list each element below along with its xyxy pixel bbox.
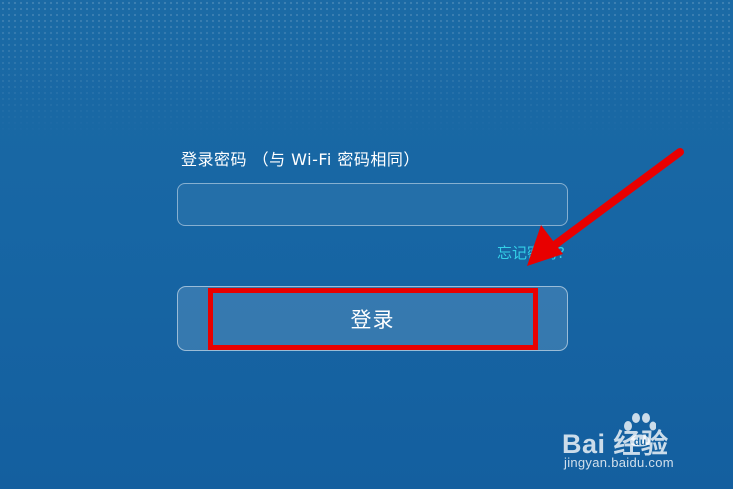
paw-icon: du xyxy=(624,413,656,448)
password-input[interactable] xyxy=(177,183,568,226)
watermark-url: jingyan.baidu.com xyxy=(564,455,674,470)
login-button[interactable]: 登录 xyxy=(177,286,568,351)
baidu-jingyan-watermark: Bai 经验 du jingyan.baidu.com xyxy=(562,408,722,478)
svg-text:du: du xyxy=(634,437,646,448)
login-button-label: 登录 xyxy=(350,307,395,332)
password-label: 登录密码 （与 Wi-Fi 密码相同） xyxy=(181,150,420,169)
watermark-logo: Bai 经验 xyxy=(562,429,669,459)
forgot-password-link[interactable]: 忘记密码? xyxy=(497,242,565,263)
dotted-background-texture xyxy=(0,0,733,140)
